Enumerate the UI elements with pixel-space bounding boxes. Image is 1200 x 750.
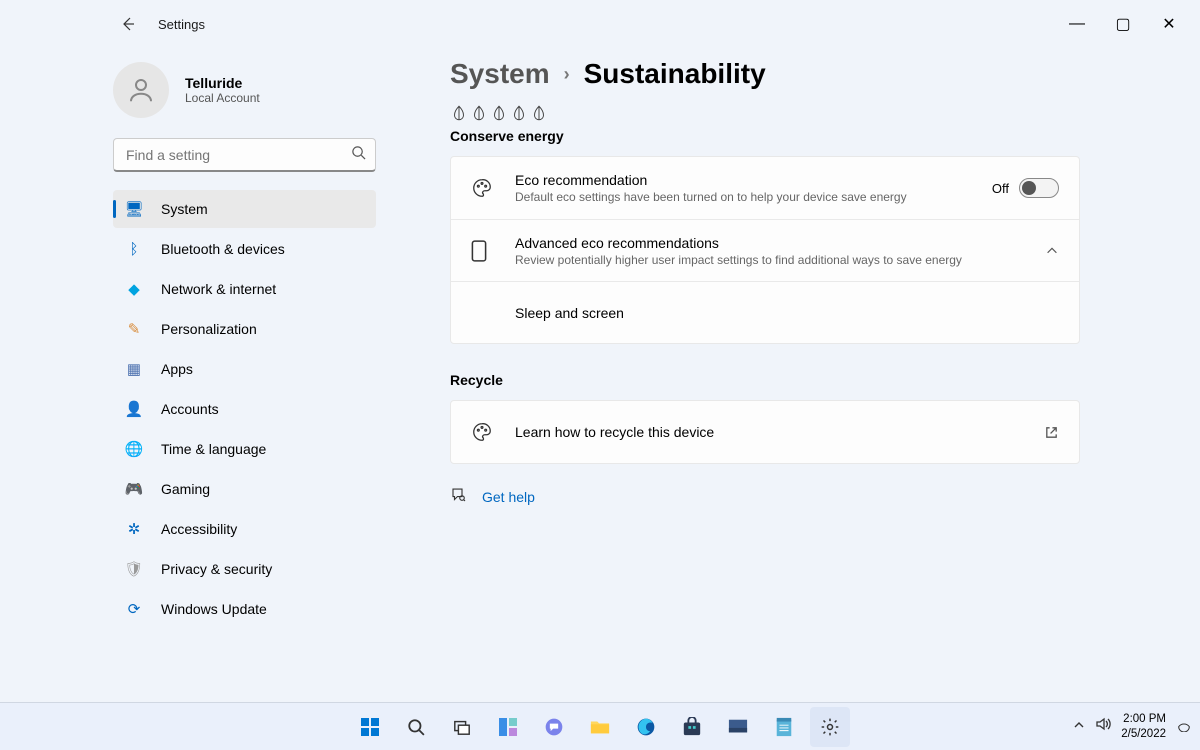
adv-title: Advanced eco recommendations	[515, 235, 1025, 251]
sidebar-item-label: Accessibility	[161, 521, 237, 537]
search-box[interactable]	[113, 138, 376, 172]
recycle-row[interactable]: Learn how to recycle this device	[451, 401, 1079, 463]
open-link-icon[interactable]	[1044, 425, 1059, 440]
sleep-title: Sleep and screen	[515, 305, 1059, 321]
device-icon	[471, 240, 495, 262]
eco-title: Eco recommendation	[515, 172, 972, 188]
app-pinned-icon[interactable]	[718, 707, 758, 747]
user-sub: Local Account	[185, 91, 260, 105]
breadcrumb-current: Sustainability	[584, 58, 766, 90]
leaf-icons	[450, 104, 1080, 122]
nav-icon: 🛡	[125, 560, 143, 578]
nav-icon: 🌐	[125, 440, 143, 458]
sidebar-item-gaming[interactable]: 🎮 Gaming	[113, 470, 376, 508]
settings-taskbar-icon[interactable]	[810, 707, 850, 747]
search-input[interactable]	[113, 138, 376, 172]
sidebar-item-personalization[interactable]: ✎ Personalization	[113, 310, 376, 348]
search-taskbar-icon[interactable]	[396, 707, 436, 747]
taskbar-apps	[350, 707, 850, 747]
main-panel: System › Sustainability Conserve energy …	[390, 48, 1200, 702]
nav-icon: ⟳	[125, 600, 143, 618]
task-view-icon[interactable]	[442, 707, 482, 747]
edge-icon[interactable]	[626, 707, 666, 747]
notepad-icon[interactable]	[764, 707, 804, 747]
explorer-icon[interactable]	[580, 707, 620, 747]
nav-icon: ᛒ	[125, 240, 143, 258]
eco-toggle[interactable]	[1019, 178, 1059, 198]
tray-chevron-icon[interactable]	[1073, 718, 1085, 736]
widgets-icon[interactable]	[488, 707, 528, 747]
chat-icon[interactable]	[534, 707, 574, 747]
chevron-right-icon: ›	[564, 64, 570, 85]
sidebar-item-label: Gaming	[161, 481, 210, 497]
sidebar-item-label: Accounts	[161, 401, 219, 417]
sidebar-item-accessibility[interactable]: ✲ Accessibility	[113, 510, 376, 548]
breadcrumb: System › Sustainability	[450, 58, 1080, 90]
clock[interactable]: 2:00 PM 2/5/2022	[1121, 712, 1166, 741]
sidebar-item-time-language[interactable]: 🌐 Time & language	[113, 430, 376, 468]
section-recycle-title: Recycle	[450, 372, 1080, 388]
recycle-card: Learn how to recycle this device	[450, 400, 1080, 464]
sidebar-item-apps[interactable]: ▦ Apps	[113, 350, 376, 388]
get-help[interactable]: Get help	[450, 486, 1080, 507]
nav-list: 🖥 System ᛒ Bluetooth & devices ◆ Network & in…	[113, 190, 376, 628]
adv-desc: Review potentially higher user impact se…	[515, 253, 1025, 267]
sidebar-item-label: Apps	[161, 361, 193, 377]
palette-icon	[471, 177, 495, 199]
sidebar-item-label: Windows Update	[161, 601, 267, 617]
eco-state-label: Off	[992, 181, 1009, 196]
titlebar: Settings — ▢ ✕	[0, 0, 1200, 48]
conserve-card: Eco recommendation Default eco settings …	[450, 156, 1080, 344]
minimize-button[interactable]: —	[1054, 8, 1100, 40]
help-icon	[450, 486, 468, 507]
eco-recommendation-row[interactable]: Eco recommendation Default eco settings …	[451, 157, 1079, 219]
sidebar-item-label: Personalization	[161, 321, 257, 337]
profile-block[interactable]: Telluride Local Account	[113, 62, 376, 118]
breadcrumb-parent[interactable]: System	[450, 58, 550, 90]
get-help-link[interactable]: Get help	[482, 489, 535, 505]
sidebar-item-label: Privacy & security	[161, 561, 272, 577]
section-conserve-title: Conserve energy	[450, 128, 1080, 144]
sidebar-item-label: Bluetooth & devices	[161, 241, 285, 257]
advanced-eco-row[interactable]: Advanced eco recommendations Review pote…	[451, 219, 1079, 281]
nav-icon: 🎮	[125, 480, 143, 498]
user-name: Telluride	[185, 75, 260, 91]
window-title: Settings	[158, 17, 205, 32]
sidebar-item-system[interactable]: 🖥 System	[113, 190, 376, 228]
nav-icon: ◆	[125, 280, 143, 298]
maximize-button[interactable]: ▢	[1100, 8, 1146, 40]
notifications-icon[interactable]	[1176, 716, 1192, 737]
taskbar: 2:00 PM 2/5/2022	[0, 702, 1200, 750]
sidebar-item-network-internet[interactable]: ◆ Network & internet	[113, 270, 376, 308]
sleep-screen-row[interactable]: Sleep and screen	[451, 281, 1079, 343]
close-button[interactable]: ✕	[1146, 8, 1192, 40]
store-icon[interactable]	[672, 707, 712, 747]
start-button[interactable]	[350, 707, 390, 747]
sidebar: Telluride Local Account 🖥 System ᛒ Bluetoot…	[0, 48, 390, 702]
search-icon	[351, 145, 366, 165]
sidebar-item-accounts[interactable]: 👤 Accounts	[113, 390, 376, 428]
sidebar-item-bluetooth-devices[interactable]: ᛒ Bluetooth & devices	[113, 230, 376, 268]
sidebar-item-label: System	[161, 201, 208, 217]
sidebar-item-windows-update[interactable]: ⟳ Windows Update	[113, 590, 376, 628]
avatar	[113, 62, 169, 118]
nav-icon: ✲	[125, 520, 143, 538]
nav-icon: 👤	[125, 400, 143, 418]
nav-icon: ▦	[125, 360, 143, 378]
nav-icon: 🖥	[125, 200, 143, 218]
chevron-up-icon[interactable]	[1045, 244, 1059, 258]
volume-icon[interactable]	[1095, 716, 1111, 737]
sidebar-item-label: Network & internet	[161, 281, 276, 297]
recycle-row-title: Learn how to recycle this device	[515, 424, 1024, 440]
eco-desc: Default eco settings have been turned on…	[515, 190, 972, 204]
palette-icon	[471, 421, 495, 443]
sidebar-item-privacy-security[interactable]: 🛡 Privacy & security	[113, 550, 376, 588]
back-button[interactable]	[118, 14, 138, 34]
nav-icon: ✎	[125, 320, 143, 338]
sidebar-item-label: Time & language	[161, 441, 266, 457]
